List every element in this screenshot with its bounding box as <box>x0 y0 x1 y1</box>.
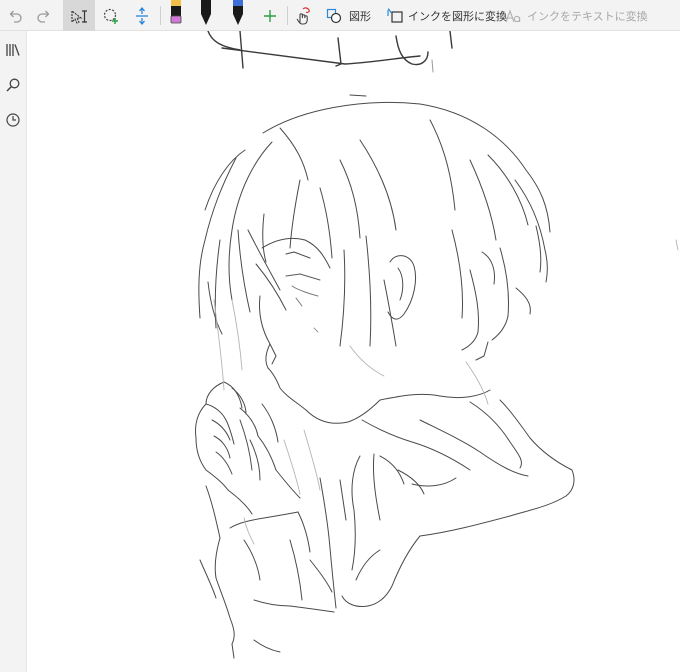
ink-to-text-label[interactable]: インクをテキストに変換 <box>527 0 648 31</box>
undo-button[interactable] <box>3 0 27 31</box>
left-nav-bar <box>0 31 27 672</box>
notebooks-button[interactable] <box>0 37 26 63</box>
search-button[interactable] <box>0 72 26 98</box>
redo-icon <box>37 10 50 23</box>
ink-to-shape-button[interactable] <box>385 0 405 31</box>
ink-to-shape-icon <box>386 7 403 23</box>
pen-black-icon <box>201 0 211 25</box>
shapes-label[interactable]: 図形 <box>349 0 371 31</box>
ink-to-text-button[interactable] <box>503 0 523 31</box>
pen-pink-icon <box>170 0 182 24</box>
pen-blue[interactable] <box>226 0 250 31</box>
drawing-canvas[interactable] <box>27 31 680 672</box>
touch-draw-button[interactable] <box>291 0 315 31</box>
shapes-button[interactable] <box>324 0 344 31</box>
insert-space-button[interactable] <box>130 0 154 31</box>
shapes-icon <box>326 8 342 23</box>
add-pen-icon <box>264 9 276 22</box>
pen-black[interactable] <box>194 0 218 31</box>
recent-button[interactable] <box>0 107 26 133</box>
toolbar-separator <box>287 6 288 25</box>
ink-to-shape-label[interactable]: インクを図形に変換 <box>408 0 507 31</box>
recent-clock-icon <box>6 113 20 127</box>
lasso-select-icon <box>103 8 118 24</box>
notebooks-icon <box>6 44 20 56</box>
lasso-select-button[interactable] <box>99 0 123 31</box>
add-pen-button[interactable] <box>258 0 282 31</box>
ribbon-toolbar: 図形 インクを図形に変換 インクをテキストに変換 <box>0 0 680 31</box>
redo-button[interactable] <box>32 0 56 31</box>
select-tool-button[interactable] <box>63 0 95 31</box>
select-text-icon <box>71 9 87 24</box>
ink-to-text-icon <box>505 8 521 22</box>
toolbar-separator <box>160 6 161 25</box>
insert-space-icon <box>136 6 148 25</box>
pen-pink-highlighter[interactable] <box>165 0 187 31</box>
touch-draw-icon <box>296 6 310 25</box>
undo-icon <box>9 10 22 23</box>
search-icon <box>6 78 20 92</box>
ink-sketch-drawing <box>195 31 679 659</box>
pen-blue-icon <box>233 0 243 25</box>
